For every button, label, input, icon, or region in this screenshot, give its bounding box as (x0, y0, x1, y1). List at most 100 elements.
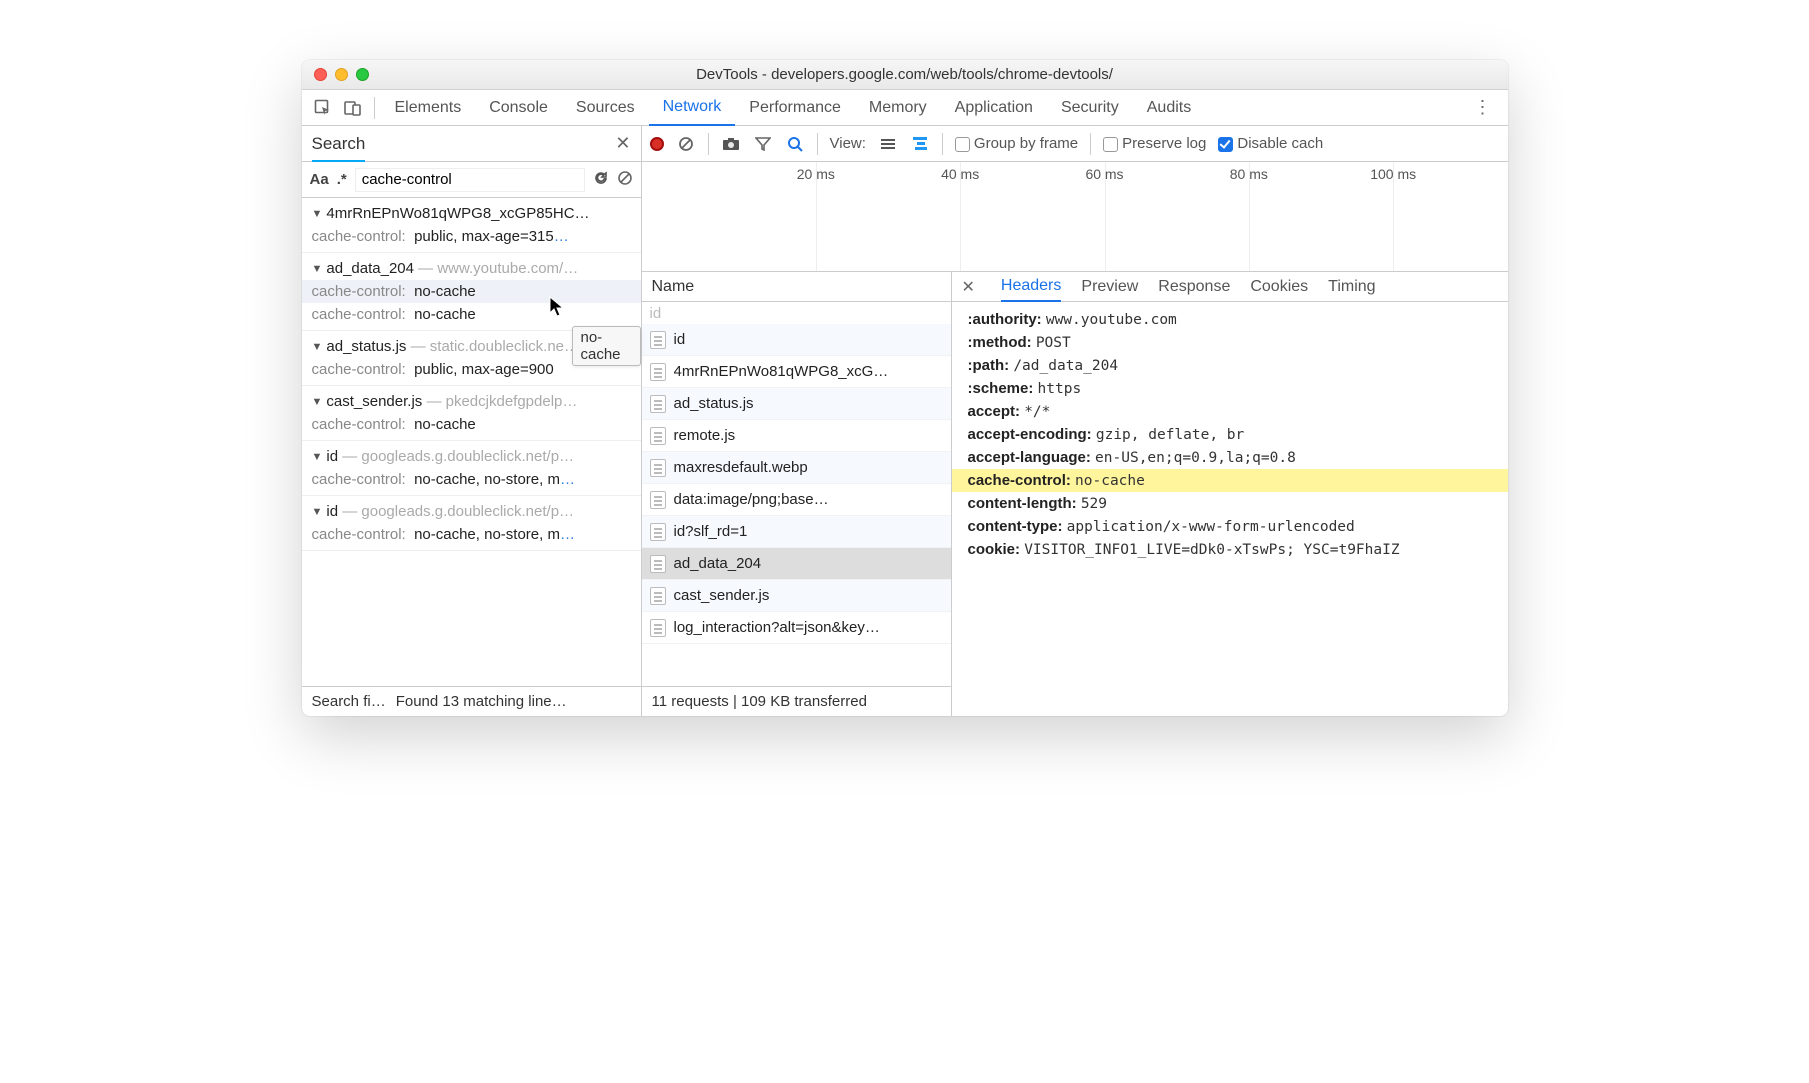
search-result-group: ▼id — googleads.g.doubleclick.net/p…cach… (302, 496, 641, 551)
header-row[interactable]: :method: POST (952, 331, 1508, 354)
window-title: DevTools - developers.google.com/web/too… (302, 66, 1508, 83)
header-row[interactable]: cache-control: no-cache (952, 469, 1508, 492)
screenshot-icon[interactable] (721, 137, 741, 151)
details-tab-headers[interactable]: Headers (1001, 272, 1061, 302)
request-name: ad_data_204 (674, 555, 943, 572)
waterfall-view-icon[interactable] (910, 137, 930, 150)
tab-memory[interactable]: Memory (855, 91, 941, 125)
tab-audits[interactable]: Audits (1133, 91, 1205, 125)
record-button[interactable] (650, 137, 664, 151)
details-tab-timing[interactable]: Timing (1328, 273, 1375, 301)
file-icon (650, 459, 666, 477)
request-row[interactable]: maxresdefault.webp (642, 452, 951, 484)
tab-sources[interactable]: Sources (562, 91, 649, 125)
regex-toggle[interactable]: .* (337, 171, 347, 188)
request-row[interactable]: data:image/png;base… (642, 484, 951, 516)
search-result-group: ▼cast_sender.js — pkedcjkdefgpdelp…cache… (302, 386, 641, 441)
close-icon[interactable]: ✕ (615, 133, 630, 154)
timeline-ruler[interactable]: 20 ms40 ms60 ms80 ms100 ms (642, 162, 1508, 272)
network-lower: Name id id 4mrRnEPnWo81qWPG8_xcG… ad_statu… (642, 272, 1508, 716)
request-name: ad_status.js (674, 395, 943, 412)
search-result-file[interactable]: ▼cast_sender.js — pkedcjkdefgpdelp… (302, 390, 641, 413)
details-tab-response[interactable]: Response (1158, 273, 1230, 301)
tab-security[interactable]: Security (1047, 91, 1133, 125)
search-input[interactable] (355, 168, 585, 192)
request-row[interactable]: remote.js (642, 420, 951, 452)
header-row[interactable]: accept-encoding: gzip, deflate, br (952, 423, 1508, 446)
separator (374, 97, 375, 119)
request-name: data:image/png;base… (674, 491, 943, 508)
search-result-line[interactable]: cache-control: no-cache (302, 413, 641, 436)
search-result-line[interactable]: cache-control: no-cache (302, 280, 641, 303)
tab-performance[interactable]: Performance (735, 91, 855, 125)
search-result-line[interactable]: cache-control: no-cache, no-store, m… (302, 523, 641, 546)
file-icon (650, 363, 666, 381)
main-tabs: ElementsConsoleSourcesNetworkPerformance… (302, 90, 1508, 126)
requests-header[interactable]: Name (642, 272, 951, 302)
ruler-tick-label: 80 ms (1230, 166, 1268, 182)
request-row[interactable]: ad_status.js (642, 388, 951, 420)
match-case-toggle[interactable]: Aa (310, 171, 329, 188)
details-tab-cookies[interactable]: Cookies (1250, 273, 1308, 301)
request-row[interactable]: 4mrRnEPnWo81qWPG8_xcG… (642, 356, 951, 388)
search-input-row: Aa .* (302, 162, 641, 198)
tab-network[interactable]: Network (649, 90, 736, 126)
request-row[interactable]: cast_sender.js (642, 580, 951, 612)
network-toolbar: View: Group by frame Preserve log Disabl… (642, 126, 1508, 162)
clear-log-icon[interactable] (676, 136, 696, 152)
search-footer: Search fi… Found 13 matching line… (302, 686, 641, 716)
more-menu-icon[interactable]: ⋮ (1464, 97, 1502, 118)
device-toolbar-icon[interactable] (338, 99, 368, 117)
search-result-line[interactable]: cache-control: no-cache (302, 303, 641, 326)
group-by-frame-checkbox[interactable]: Group by frame (955, 135, 1078, 152)
request-row-partial[interactable]: id (642, 302, 951, 324)
request-row[interactable]: log_interaction?alt=json&key… (642, 612, 951, 644)
search-panel-title: Search (312, 134, 366, 162)
refresh-icon[interactable] (593, 170, 609, 190)
list-view-icon[interactable] (878, 139, 898, 149)
search-panel-header: Search ✕ (302, 126, 641, 162)
tab-application[interactable]: Application (941, 91, 1047, 125)
tooltip: no-cache (572, 326, 641, 366)
separator (708, 133, 709, 155)
header-row[interactable]: cookie: VISITOR_INFO1_LIVE=dDk0-xTswPs; … (952, 538, 1508, 561)
search-result-file[interactable]: ▼ad_data_204 — www.youtube.com/… (302, 257, 641, 280)
tab-elements[interactable]: Elements (381, 91, 476, 125)
header-row[interactable]: content-type: application/x-www-form-url… (952, 515, 1508, 538)
details-tab-preview[interactable]: Preview (1081, 273, 1138, 301)
request-name: id?slf_rd=1 (674, 523, 943, 540)
search-result-file[interactable]: ▼4mrRnEPnWo81qWPG8_xcGP85HC… (302, 202, 641, 225)
search-result-group: ▼4mrRnEPnWo81qWPG8_xcGP85HC…cache-contro… (302, 198, 641, 253)
search-footer-count: Found 13 matching line… (396, 693, 567, 710)
search-panel: Search ✕ Aa .* ▼4mrRnEPnWo81qWPG8_xcGP85… (302, 126, 642, 716)
request-details: ✕ Headers Preview Response Cookies Timing :a… (952, 272, 1508, 716)
file-icon (650, 523, 666, 541)
search-result-line[interactable]: cache-control: public, max-age=315… (302, 225, 641, 248)
header-row[interactable]: content-length: 529 (952, 492, 1508, 515)
close-details-icon[interactable]: ✕ (962, 277, 975, 297)
header-row[interactable]: :authority: www.youtube.com (952, 308, 1508, 331)
disable-cache-checkbox[interactable]: Disable cach (1218, 135, 1323, 152)
request-name: log_interaction?alt=json&key… (674, 619, 943, 636)
clear-icon[interactable] (617, 170, 633, 190)
search-result-file[interactable]: ▼id — googleads.g.doubleclick.net/p… (302, 445, 641, 468)
tab-console[interactable]: Console (475, 91, 562, 125)
preserve-log-checkbox[interactable]: Preserve log (1103, 135, 1206, 152)
search-result-line[interactable]: cache-control: no-cache, no-store, m… (302, 468, 641, 491)
inspect-element-icon[interactable] (308, 99, 338, 117)
header-row[interactable]: accept-language: en-US,en;q=0.9,la;q=0.8 (952, 446, 1508, 469)
search-result-group: ▼id — googleads.g.doubleclick.net/p…cach… (302, 441, 641, 496)
header-row[interactable]: :scheme: https (952, 377, 1508, 400)
search-icon[interactable] (785, 136, 805, 152)
request-row[interactable]: id?slf_rd=1 (642, 516, 951, 548)
file-icon (650, 491, 666, 509)
header-row[interactable]: :path: /ad_data_204 (952, 354, 1508, 377)
request-name: 4mrRnEPnWo81qWPG8_xcG… (674, 363, 943, 380)
search-result-file[interactable]: ▼id — googleads.g.doubleclick.net/p… (302, 500, 641, 523)
request-row[interactable]: id (642, 324, 951, 356)
panel-body: Search ✕ Aa .* ▼4mrRnEPnWo81qWPG8_xcGP85… (302, 126, 1508, 716)
header-row[interactable]: accept: */* (952, 400, 1508, 423)
requests-column: Name id id 4mrRnEPnWo81qWPG8_xcG… ad_statu… (642, 272, 952, 716)
request-row[interactable]: ad_data_204 (642, 548, 951, 580)
filter-icon[interactable] (753, 137, 773, 151)
